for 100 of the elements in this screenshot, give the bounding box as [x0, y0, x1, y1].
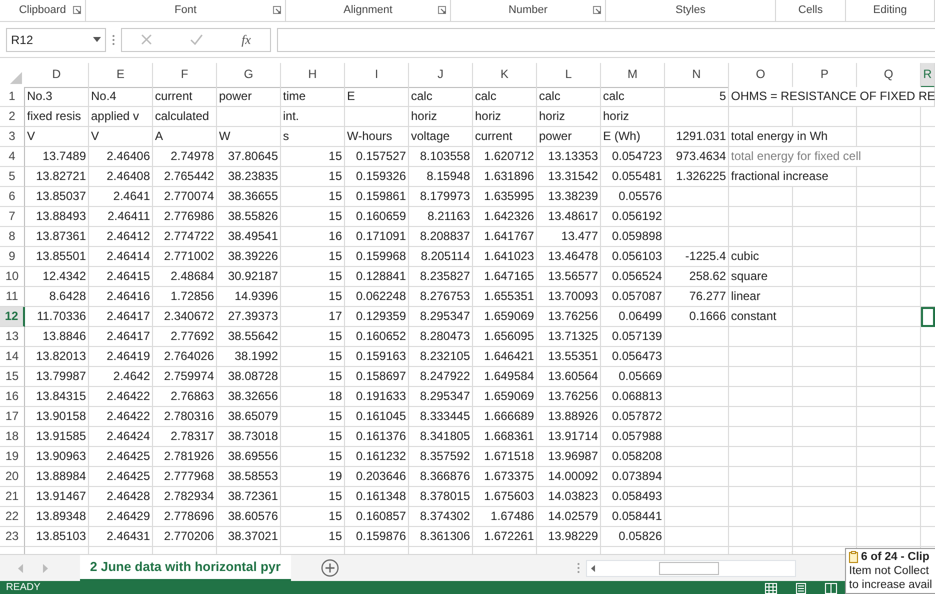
- table-cell: 8.333445: [409, 407, 473, 427]
- column-header[interactable]: H: [281, 63, 345, 88]
- column-header[interactable]: E: [89, 63, 153, 88]
- table-cell: square: [729, 267, 793, 287]
- table-cell: 8.374302: [409, 507, 473, 527]
- table-cell: 13.38239: [537, 187, 601, 207]
- column-header[interactable]: K: [473, 63, 537, 88]
- column-header[interactable]: N: [665, 63, 729, 88]
- table-cell: 15: [281, 347, 345, 367]
- table-cell: 2.77692: [153, 327, 217, 347]
- table-cell: 13.90963: [25, 447, 89, 467]
- table-cell: 15: [281, 507, 345, 527]
- table-cell: 76.277: [665, 287, 729, 307]
- column-header[interactable]: G: [217, 63, 281, 88]
- table-cell: 2.46431: [89, 527, 153, 547]
- page-layout-icon[interactable]: [795, 582, 807, 594]
- dialog-launcher-icon[interactable]: [438, 6, 446, 14]
- table-cell: 0.05576: [601, 187, 665, 207]
- column-header[interactable]: R: [921, 63, 935, 88]
- table-cell: 13.76256: [537, 387, 601, 407]
- table-cell: calc: [601, 87, 665, 107]
- table-cell: 38.73018: [217, 427, 281, 447]
- table-cell: 0.161045: [345, 407, 409, 427]
- table-cell: 15: [281, 427, 345, 447]
- table-cell: 0.056192: [601, 207, 665, 227]
- table-cell: 13.71325: [537, 327, 601, 347]
- dialog-launcher-icon[interactable]: [73, 6, 81, 14]
- table-cell: 0.058441: [601, 507, 665, 527]
- dialog-launcher-icon[interactable]: [593, 6, 601, 14]
- dots-icon: [576, 562, 580, 574]
- table-cell: 1.72856: [153, 287, 217, 307]
- table-cell: 1.620712: [473, 147, 537, 167]
- add-sheet-icon[interactable]: [320, 559, 339, 577]
- table-cell: 37.80645: [217, 147, 281, 167]
- table-cell: 13.91585: [25, 427, 89, 447]
- dots-icon: [112, 34, 115, 46]
- table-cell: 1.672261: [473, 527, 537, 547]
- row-header[interactable]: 12: [0, 307, 25, 327]
- table-cell: 0.128841: [345, 267, 409, 287]
- table-cell: 16: [281, 227, 345, 247]
- table-cell: 38.69556: [217, 447, 281, 467]
- column-header[interactable]: I: [345, 63, 409, 88]
- table-cell: 38.72361: [217, 487, 281, 507]
- table-cell: 38.39226: [217, 247, 281, 267]
- table-cell: 13.60564: [537, 367, 601, 387]
- horizontal-scrollbar[interactable]: [586, 560, 796, 576]
- caret-icon[interactable]: [93, 37, 101, 42]
- table-cell: OHMS = RESISTANCE OF FIXED RE: [729, 87, 935, 107]
- table-cell: 2.765442: [153, 167, 217, 187]
- sheet-tab[interactable]: 2 June data with horizontal pyr: [80, 555, 291, 581]
- table-cell: 2.340672: [153, 307, 217, 327]
- table-cell: 13.13353: [537, 147, 601, 167]
- table-cell: 1.659069: [473, 387, 537, 407]
- table-cell: 38.1992: [217, 347, 281, 367]
- table-cell: 258.62: [665, 267, 729, 287]
- dialog-launcher-icon[interactable]: [273, 6, 281, 14]
- column-header[interactable]: M: [601, 63, 665, 88]
- table-cell: 2.46412: [89, 227, 153, 247]
- table-cell: 8.232105: [409, 347, 473, 367]
- table-cell: V: [89, 127, 153, 147]
- table-cell: 1.641767: [473, 227, 537, 247]
- table-cell: 13.91467: [25, 487, 89, 507]
- table-cell: fixed resis: [25, 107, 89, 127]
- table-cell: 0.068813: [601, 387, 665, 407]
- table-cell: 38.32656: [217, 387, 281, 407]
- column-header[interactable]: D: [25, 63, 89, 88]
- column-header[interactable]: F: [153, 63, 217, 88]
- table-cell: 1.659069: [473, 307, 537, 327]
- table-cell: 0.159326: [345, 167, 409, 187]
- page-break-icon[interactable]: [825, 582, 837, 594]
- table-cell: 0.058493: [601, 487, 665, 507]
- column-header[interactable]: J: [409, 63, 473, 88]
- formula-input[interactable]: [277, 28, 935, 52]
- scroll-thumb[interactable]: [658, 562, 719, 574]
- table-cell: 2.46417: [89, 307, 153, 327]
- table-cell: 8.378015: [409, 487, 473, 507]
- name-box[interactable]: R12: [6, 28, 106, 52]
- normal-view-icon[interactable]: [765, 582, 777, 594]
- table-cell: 2.46416: [89, 287, 153, 307]
- table-cell: 0.171091: [345, 227, 409, 247]
- table-cell: 13.79987: [25, 367, 89, 387]
- table-cell: A: [153, 127, 217, 147]
- table-cell: 13.91714: [537, 427, 601, 447]
- table-cell: 0.05826: [601, 527, 665, 547]
- table-cell: 2.770074: [153, 187, 217, 207]
- table-cell: 0.161348: [345, 487, 409, 507]
- check-icon[interactable]: [190, 34, 204, 45]
- table-cell: 30.92187: [217, 267, 281, 287]
- table-cell: 15: [281, 527, 345, 547]
- table-cell: 0.055481: [601, 167, 665, 187]
- table-cell: 13.46478: [537, 247, 601, 267]
- table-cell: 19: [281, 467, 345, 487]
- table-cell: 1.67486: [473, 507, 537, 527]
- active-cell[interactable]: [921, 307, 935, 327]
- insert-function-button[interactable]: fx: [242, 30, 251, 50]
- table-cell: 8.366876: [409, 467, 473, 487]
- column-header[interactable]: L: [537, 63, 601, 88]
- table-cell: 27.39373: [217, 307, 281, 327]
- table-cell: 14.03823: [537, 487, 601, 507]
- table-cell: time: [281, 87, 345, 107]
